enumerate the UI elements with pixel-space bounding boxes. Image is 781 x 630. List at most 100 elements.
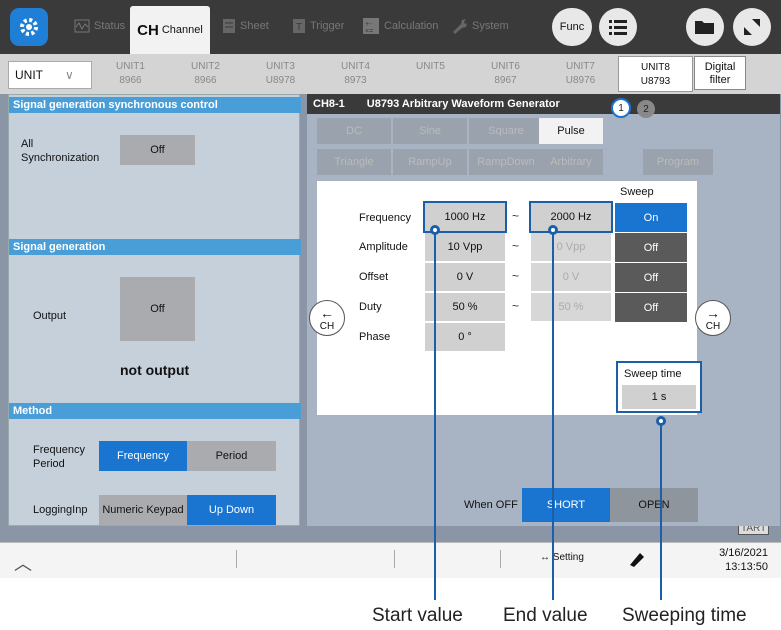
svg-text:+-: +- xyxy=(365,21,372,28)
tab-status[interactable]: Status xyxy=(74,2,125,50)
open-folder-button[interactable] xyxy=(686,8,724,46)
amplitude-sweep-toggle[interactable]: Off xyxy=(615,233,687,262)
sweep-time-field[interactable]: 1 s xyxy=(622,385,696,409)
sweeping-time-callout: Sweeping time xyxy=(622,605,747,626)
unit-model: U8978 xyxy=(265,75,296,86)
waveform-square[interactable]: Square xyxy=(469,118,543,144)
unit-selector[interactable]: UNIT ∨ xyxy=(8,61,92,89)
duty-sweep-toggle[interactable]: Off xyxy=(615,293,687,322)
frequency-button[interactable]: Frequency xyxy=(99,441,187,471)
period-button[interactable]: Period xyxy=(187,441,276,471)
expand-arrows-icon xyxy=(744,19,760,35)
tab-trigger[interactable]: T Trigger xyxy=(292,2,344,50)
page-2-button[interactable]: 2 xyxy=(637,100,655,118)
up-down-button[interactable]: Up Down xyxy=(187,495,276,525)
page-1-button[interactable]: 1 xyxy=(611,98,631,118)
unit-name: UNIT8 xyxy=(641,62,670,73)
phase-field[interactable]: 0 ° xyxy=(425,323,505,351)
tab-sheet[interactable]: Sheet xyxy=(222,2,269,50)
unit-tab-4[interactable]: UNIT4 8973 xyxy=(318,56,393,92)
waveform-rampdown[interactable]: RampDown xyxy=(469,149,543,175)
unit-tab-8[interactable]: UNIT8 U8793 xyxy=(618,56,693,92)
gear-icon xyxy=(20,18,38,36)
tab-calculation[interactable]: +- ×= Calculation xyxy=(362,2,438,50)
list-menu-button[interactable] xyxy=(599,8,637,46)
waveform-sine[interactable]: Sine xyxy=(393,118,467,144)
program-button[interactable]: Program xyxy=(643,149,713,175)
digital-filter-button[interactable]: Digital filter xyxy=(694,56,746,90)
unit-tab-6[interactable]: UNIT6 8967 xyxy=(468,56,543,92)
offset-end-field[interactable]: 0 V xyxy=(531,263,611,291)
end-callout-line xyxy=(552,234,554,600)
output-status: not output xyxy=(120,362,190,378)
tab-sheet-label: Sheet xyxy=(240,20,269,32)
amplitude-end-field[interactable]: 0 Vpp xyxy=(531,233,611,261)
unit-model: 8967 xyxy=(494,75,517,86)
offset-sweep-toggle[interactable]: Off xyxy=(615,263,687,292)
duty-end-field[interactable]: 50 % xyxy=(531,293,611,321)
amplitude-start-field[interactable]: 10 Vpp xyxy=(425,233,505,261)
range-tilde: ~ xyxy=(512,209,520,223)
digital-filter-label: Digital filter xyxy=(704,61,736,86)
unit-name: UNIT2 xyxy=(191,61,220,72)
unit-tab-5[interactable]: UNIT5 xyxy=(393,56,468,92)
time-text: 13:13:50 xyxy=(725,561,768,573)
waveform-icon xyxy=(74,19,90,33)
unit-tab-7[interactable]: UNIT7 U8976 xyxy=(543,56,618,92)
when-off-label: When OFF xyxy=(464,499,518,511)
list-icon xyxy=(609,20,627,35)
waveform-arbitrary[interactable]: Arbitrary xyxy=(539,149,603,175)
offset-start-field[interactable]: 0 V xyxy=(425,263,505,291)
chevron-down-icon: ∨ xyxy=(65,68,74,82)
duty-start-field[interactable]: 50 % xyxy=(425,293,505,321)
unit-tab-3[interactable]: UNIT3 U8978 xyxy=(243,56,318,92)
unit-model: U8976 xyxy=(565,75,596,86)
generator-header: CH8-1 U8793 Arbitrary Waveform Generator xyxy=(307,94,780,114)
waveform-rampup[interactable]: RampUp xyxy=(393,149,467,175)
unit-name: UNIT6 xyxy=(491,61,520,72)
tab-trigger-label: Trigger xyxy=(310,20,345,32)
tab-system-label: System xyxy=(472,20,509,32)
prev-channel-button[interactable]: ← CH xyxy=(309,300,345,336)
sheet-icon xyxy=(223,19,235,33)
folder-icon xyxy=(695,21,714,34)
output-toggle[interactable]: Off xyxy=(120,277,195,341)
logging-label: LoggingInp xyxy=(33,504,88,516)
sweep-time-group: Sweep time 1 s xyxy=(616,361,702,413)
numeric-keypad-button[interactable]: Numeric Keypad xyxy=(99,495,187,525)
sweep-callout-line xyxy=(660,425,662,600)
open-button[interactable]: OPEN xyxy=(610,488,698,522)
unit-model: 8973 xyxy=(344,75,367,86)
unit-tab-1[interactable]: UNIT1 8966 xyxy=(93,56,168,92)
chevron-up-icon[interactable]: ︿ xyxy=(14,550,32,576)
frequency-sweep-toggle[interactable]: On xyxy=(615,203,687,232)
all-sync-toggle[interactable]: Off xyxy=(120,135,195,165)
date-text: 3/16/2021 xyxy=(719,547,768,559)
sweep-time-label: Sweep time xyxy=(624,368,682,380)
waveform-triangle[interactable]: Triangle xyxy=(317,149,391,175)
waveform-dc[interactable]: DC xyxy=(317,118,391,144)
range-tilde: ~ xyxy=(512,269,520,283)
expand-button[interactable] xyxy=(733,8,771,46)
prev-channel-label: CH xyxy=(319,320,335,332)
setting-indicator[interactable]: ↔ Setting xyxy=(540,552,584,563)
func-button[interactable]: Func xyxy=(552,8,592,46)
method-section-title: Method xyxy=(9,403,301,419)
instrument-screen: Status CH Channel Sheet T Trigger +- ×= Calc… xyxy=(0,0,781,578)
tab-channel-prefix: CH xyxy=(137,21,159,39)
param-label: Duty xyxy=(359,301,382,313)
unit-tab-2[interactable]: UNIT2 8966 xyxy=(168,56,243,92)
output-label: Output xyxy=(33,310,67,322)
waveform-pulse[interactable]: Pulse xyxy=(539,118,603,144)
unit-selector-label: UNIT xyxy=(15,68,43,82)
generator-title: U8793 Arbitrary Waveform Generator xyxy=(366,98,560,110)
wrench-icon xyxy=(453,19,467,34)
trigger-icon: T xyxy=(293,19,305,33)
settings-gear-button[interactable] xyxy=(10,8,48,46)
tab-system[interactable]: System xyxy=(450,2,509,50)
sync-section-title: Signal generation synchronous control xyxy=(9,97,301,113)
unit-name: UNIT4 xyxy=(341,61,370,72)
tab-channel[interactable]: CH Channel xyxy=(130,6,210,54)
short-button[interactable]: SHORT xyxy=(522,488,610,522)
next-channel-button[interactable]: → CH xyxy=(695,300,731,336)
